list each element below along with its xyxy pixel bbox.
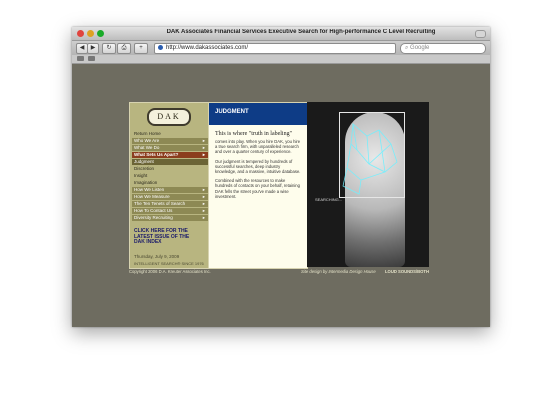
chevron-right-icon: ▸ bbox=[202, 201, 205, 206]
nav-item[interactable]: Diversity Recruiting ▸ bbox=[132, 215, 208, 221]
address-text: http://www.dakassociates.com/ bbox=[166, 45, 249, 51]
nav-item[interactable]: Imagination bbox=[132, 180, 208, 186]
address-bar[interactable]: http://www.dakassociates.com/ bbox=[154, 43, 396, 54]
nav-item[interactable]: Who We Are ▸ bbox=[132, 138, 208, 144]
nav-item-label: The Ten Tenets of Search bbox=[134, 201, 186, 206]
scan-frame bbox=[339, 112, 405, 198]
search-icon: ⌕ bbox=[405, 45, 409, 51]
nav-item[interactable]: Judgment bbox=[132, 159, 208, 165]
nav-item-label: Discretion bbox=[134, 166, 155, 171]
chevron-right-icon: ▸ bbox=[202, 145, 205, 150]
left-nav-column: DAK Return Home Who We Are ▸ What We Do ▸ Wh… bbox=[129, 102, 209, 269]
site-favicon-icon bbox=[158, 44, 163, 50]
paragraph-3: Combined with the resources to make hund… bbox=[215, 178, 300, 199]
plus-icon: + bbox=[139, 45, 143, 51]
nav-item-label: Imagination bbox=[134, 180, 158, 185]
paragraph-2: Our judgment is tempered by hundreds of … bbox=[215, 158, 301, 175]
nav-item-label: Who We Are bbox=[134, 138, 160, 143]
add-bookmark-button[interactable]: + bbox=[134, 43, 148, 54]
nav-item[interactable]: What Sets Us Apart? ▸ bbox=[132, 152, 208, 158]
content-column: JUDGMENT This is where "truth in labelin… bbox=[208, 102, 308, 269]
chevron-right-icon: ▸ bbox=[202, 208, 205, 213]
nav-item[interactable]: What We Do ▸ bbox=[132, 145, 208, 151]
nav-item-label: How To Contact Us bbox=[134, 208, 173, 213]
nav-item[interactable]: The Ten Tenets of Search ▸ bbox=[132, 201, 208, 207]
fingerprint-image: SEARCHING... bbox=[307, 102, 429, 267]
chevron-right-icon: ▸ bbox=[202, 152, 205, 157]
minimize-button[interactable] bbox=[87, 30, 94, 37]
nav-item-label: Insight bbox=[134, 173, 148, 178]
nav-item-label: Judgment bbox=[134, 159, 154, 164]
scan-label: SEARCHING... bbox=[315, 197, 343, 202]
paragraph-1: comes into play. When you hire DAK, you … bbox=[215, 139, 301, 155]
bookmarks-bar bbox=[72, 55, 490, 64]
search-field[interactable]: ⌕ Google bbox=[400, 43, 486, 54]
nav-item[interactable]: How To Contact Us ▸ bbox=[132, 208, 208, 214]
print-icon: ⎙ bbox=[121, 45, 127, 51]
search-placeholder: Google bbox=[410, 45, 430, 51]
dak-site: DAK Return Home Who We Are ▸ What We Do ▸ Wh… bbox=[129, 102, 430, 289]
web-page-viewport: DAK Return Home Who We Are ▸ What We Do ▸ Wh… bbox=[72, 64, 490, 327]
dak-logo[interactable]: DAK bbox=[147, 108, 191, 126]
zoom-button[interactable] bbox=[97, 30, 104, 37]
nav-item-label: How We Measure bbox=[134, 194, 170, 199]
chevron-right-icon: ▸ bbox=[202, 215, 205, 220]
forward-button[interactable]: ▶ bbox=[87, 43, 99, 54]
content-title: This is where "truth in labeling" bbox=[215, 131, 293, 137]
nav-item-label: What We Do bbox=[134, 145, 160, 150]
site-navigation: Return Home Who We Are ▸ What We Do ▸ What S… bbox=[130, 131, 208, 221]
section-heading: JUDGMENT bbox=[209, 103, 307, 125]
nav-item[interactable]: How We Measure ▸ bbox=[132, 194, 208, 200]
toolbar: ◀ ▶ ↻ ⎙ + http://www.dakassociates.com/ … bbox=[72, 41, 490, 55]
reload-icon: ↻ bbox=[106, 45, 112, 51]
dak-index-link[interactable]: CLICK HERE FOR THE LATEST ISSUE OF THE D… bbox=[134, 228, 194, 246]
chevron-right-icon: ▸ bbox=[202, 138, 205, 143]
copyright-text: Copyright 2006 D.A. Kreuter Associates I… bbox=[129, 269, 211, 274]
title-bar: DAK Associates Financial Services Execut… bbox=[72, 27, 490, 41]
close-button[interactable] bbox=[77, 30, 84, 37]
tagline: INTELLIGENT SEARCH® SINCE 1976 bbox=[134, 260, 204, 266]
toolbar-toggle-button[interactable] bbox=[475, 30, 486, 38]
window-title: DAK Associates Financial Services Execut… bbox=[166, 29, 436, 35]
nav-item[interactable]: Insight bbox=[132, 173, 208, 179]
browser-window: DAK Associates Financial Services Execut… bbox=[72, 27, 490, 327]
bookmarks-book-icon[interactable] bbox=[77, 56, 84, 61]
current-date: Thursday, July 9, 2009 bbox=[134, 253, 180, 259]
chevron-right-icon: ▸ bbox=[202, 187, 205, 192]
top-sites-grid-icon[interactable] bbox=[88, 56, 95, 61]
nav-item[interactable]: Discretion bbox=[132, 166, 208, 172]
nav-item-label: How We Listen bbox=[134, 187, 165, 192]
return-home-link[interactable]: Return Home bbox=[132, 131, 208, 137]
print-button[interactable]: ⎙ bbox=[117, 43, 131, 54]
nav-item[interactable]: How We Listen ▸ bbox=[132, 187, 208, 193]
nav-item-label: Diversity Recruiting bbox=[134, 215, 173, 220]
design-credit-link[interactable]: Site design by Intermedia Design House bbox=[301, 269, 376, 274]
nav-item-label: What Sets Us Apart? bbox=[134, 152, 179, 157]
sound-toggle-link[interactable]: LOUD SOUNDS/BOTH bbox=[385, 269, 429, 274]
reload-button[interactable]: ↻ bbox=[102, 43, 116, 54]
chevron-right-icon: ▸ bbox=[202, 194, 205, 199]
